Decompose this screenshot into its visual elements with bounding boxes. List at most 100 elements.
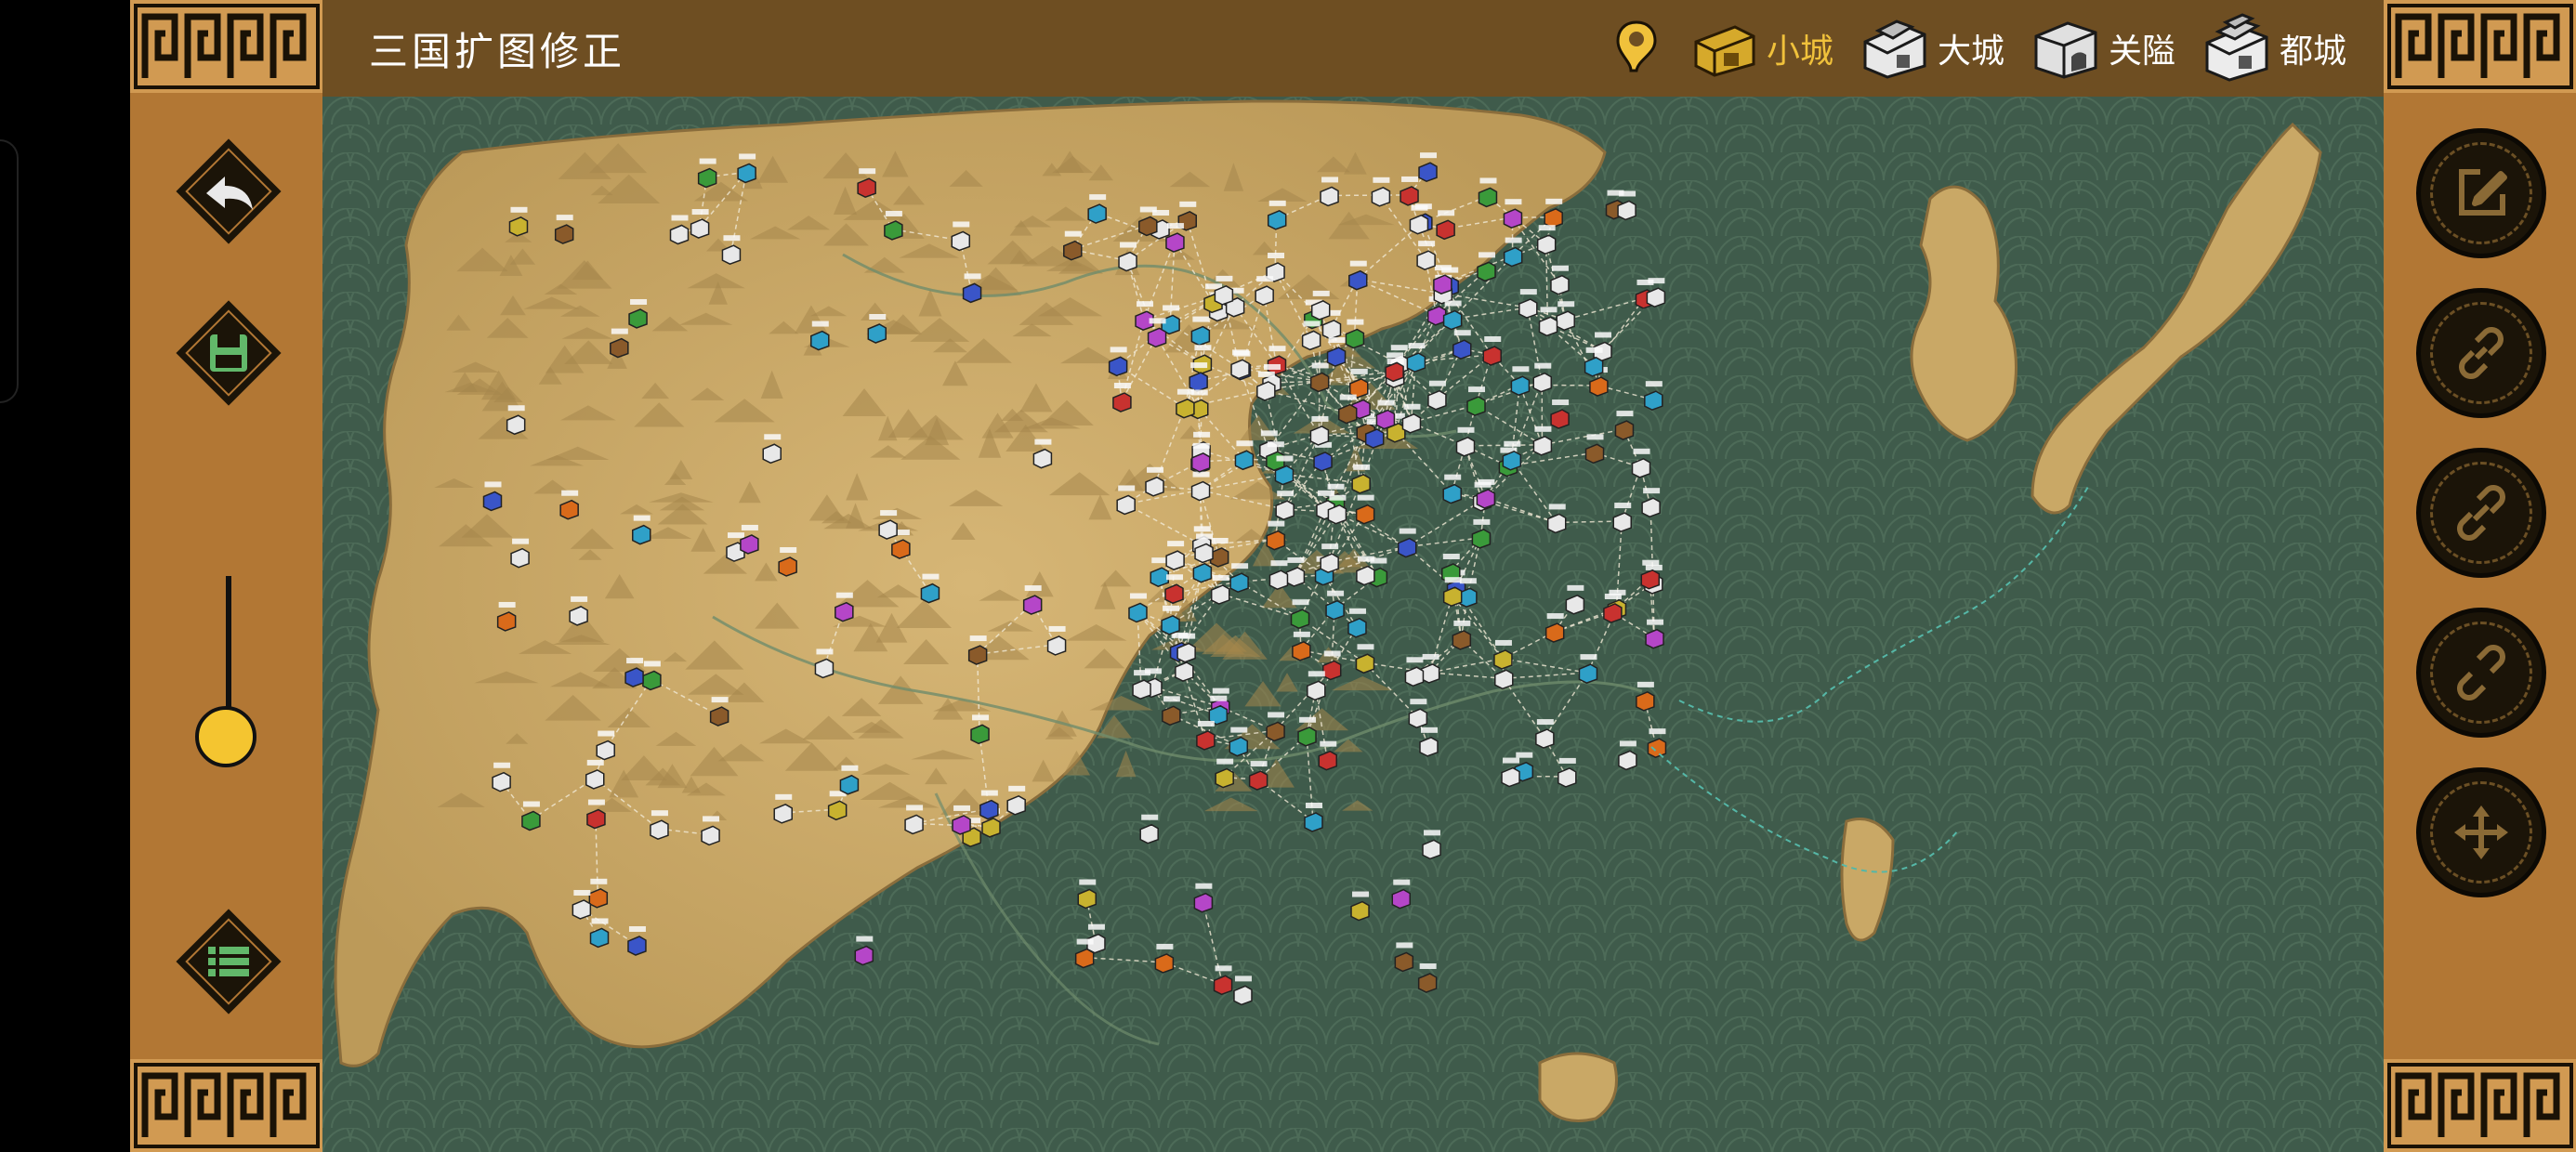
city-marker[interactable] bbox=[569, 596, 588, 626]
city-marker[interactable] bbox=[1397, 528, 1417, 558]
city-marker[interactable] bbox=[1584, 347, 1604, 377]
city-marker[interactable] bbox=[1584, 434, 1605, 465]
city-marker[interactable] bbox=[1176, 633, 1196, 663]
city-marker[interactable] bbox=[1165, 541, 1185, 570]
city-marker[interactable] bbox=[492, 762, 511, 792]
city-marker[interactable] bbox=[690, 209, 710, 239]
city-marker[interactable] bbox=[1318, 740, 1338, 771]
city-marker[interactable] bbox=[1077, 879, 1097, 910]
city-marker[interactable] bbox=[1234, 440, 1255, 471]
city-marker[interactable] bbox=[1349, 368, 1369, 399]
city-marker[interactable] bbox=[1337, 394, 1358, 425]
city-marker[interactable] bbox=[1466, 386, 1486, 416]
city-marker[interactable] bbox=[1394, 942, 1414, 973]
city-marker[interactable] bbox=[1326, 337, 1347, 367]
city-marker[interactable] bbox=[1230, 349, 1250, 380]
city-marker[interactable] bbox=[1274, 455, 1295, 486]
city-marker[interactable] bbox=[1493, 639, 1513, 670]
city-marker[interactable] bbox=[1442, 300, 1463, 331]
city-marker[interactable] bbox=[1409, 204, 1429, 235]
legend-item-capital[interactable]: 都城 bbox=[2201, 11, 2346, 85]
city-marker[interactable] bbox=[1154, 943, 1175, 974]
city-marker[interactable] bbox=[979, 790, 999, 820]
city-marker[interactable] bbox=[1503, 199, 1523, 229]
city-marker[interactable] bbox=[1132, 670, 1151, 700]
city-marker[interactable] bbox=[1108, 347, 1128, 377]
city-marker[interactable] bbox=[1285, 556, 1306, 587]
city-marker[interactable] bbox=[778, 546, 797, 577]
city-marker[interactable] bbox=[1636, 681, 1655, 712]
city-marker[interactable] bbox=[1477, 252, 1496, 282]
city-marker[interactable] bbox=[857, 168, 876, 199]
city-marker[interactable] bbox=[878, 510, 898, 540]
city-marker[interactable] bbox=[624, 658, 644, 687]
city-marker[interactable] bbox=[1478, 177, 1498, 208]
city-marker[interactable] bbox=[1210, 575, 1230, 605]
city-marker[interactable] bbox=[669, 215, 690, 245]
move-button[interactable] bbox=[2416, 767, 2546, 897]
city-marker[interactable] bbox=[740, 524, 759, 555]
city-marker[interactable] bbox=[1544, 613, 1565, 643]
city-marker[interactable] bbox=[951, 221, 971, 252]
city-marker[interactable] bbox=[1452, 330, 1472, 360]
city-marker[interactable] bbox=[1320, 543, 1339, 573]
city-marker[interactable] bbox=[854, 936, 874, 966]
city-marker[interactable] bbox=[1502, 440, 1522, 471]
city-marker[interactable] bbox=[1356, 556, 1375, 586]
city-marker[interactable] bbox=[1208, 695, 1229, 726]
city-marker[interactable] bbox=[1550, 399, 1570, 429]
city-marker[interactable] bbox=[1436, 210, 1455, 241]
city-marker[interactable] bbox=[1355, 644, 1375, 674]
city-marker[interactable] bbox=[1427, 380, 1447, 411]
city-marker[interactable] bbox=[1266, 520, 1286, 551]
city-marker[interactable] bbox=[1139, 814, 1159, 844]
city-marker[interactable] bbox=[1164, 574, 1184, 605]
city-marker[interactable] bbox=[1420, 653, 1440, 684]
city-marker[interactable] bbox=[697, 158, 717, 189]
city-marker[interactable] bbox=[1476, 478, 1496, 509]
legend-item-small-city[interactable]: 小城 bbox=[1689, 14, 1833, 83]
city-marker[interactable] bbox=[1345, 319, 1365, 349]
city-marker[interactable] bbox=[1510, 366, 1531, 397]
city-marker[interactable] bbox=[1419, 727, 1439, 757]
link-alt-button[interactable] bbox=[2416, 448, 2546, 578]
city-marker[interactable] bbox=[1267, 346, 1287, 376]
city-marker[interactable] bbox=[1310, 290, 1331, 321]
city-marker[interactable] bbox=[1046, 625, 1067, 656]
city-marker[interactable] bbox=[1313, 441, 1333, 472]
city-marker[interactable] bbox=[628, 298, 648, 329]
city-marker[interactable] bbox=[814, 648, 835, 679]
city-marker[interactable] bbox=[1189, 362, 1208, 392]
city-marker[interactable] bbox=[1538, 307, 1558, 337]
city-marker[interactable] bbox=[1640, 559, 1661, 590]
city-marker[interactable] bbox=[737, 153, 756, 184]
city-marker[interactable] bbox=[1229, 727, 1249, 757]
city-marker[interactable] bbox=[585, 759, 605, 790]
city-marker[interactable] bbox=[1408, 699, 1428, 728]
link-button[interactable] bbox=[2416, 288, 2546, 418]
city-marker[interactable] bbox=[1618, 740, 1637, 771]
city-marker[interactable] bbox=[1032, 439, 1053, 469]
city-marker[interactable] bbox=[1267, 200, 1287, 230]
city-marker[interactable] bbox=[1255, 276, 1274, 306]
city-marker[interactable] bbox=[1347, 608, 1367, 638]
city-marker[interactable] bbox=[586, 799, 606, 830]
city-marker[interactable] bbox=[1147, 318, 1167, 348]
city-marker[interactable] bbox=[1256, 371, 1276, 401]
city-marker[interactable] bbox=[1165, 223, 1185, 253]
back-button[interactable] bbox=[164, 126, 294, 256]
city-marker[interactable] bbox=[1355, 494, 1375, 525]
city-marker[interactable] bbox=[1544, 198, 1563, 229]
city-marker[interactable] bbox=[1268, 560, 1289, 590]
city-marker[interactable] bbox=[1603, 593, 1623, 623]
city-marker[interactable] bbox=[1307, 671, 1326, 701]
city-marker[interactable] bbox=[810, 321, 830, 351]
city-marker[interactable] bbox=[496, 601, 517, 632]
city-marker[interactable] bbox=[1433, 265, 1452, 295]
city-marker[interactable] bbox=[1482, 335, 1502, 366]
city-marker[interactable] bbox=[1190, 316, 1211, 347]
city-marker[interactable] bbox=[1442, 474, 1462, 504]
city-marker[interactable] bbox=[610, 328, 629, 359]
city-marker[interactable] bbox=[1417, 963, 1438, 993]
city-marker[interactable] bbox=[1578, 654, 1598, 684]
